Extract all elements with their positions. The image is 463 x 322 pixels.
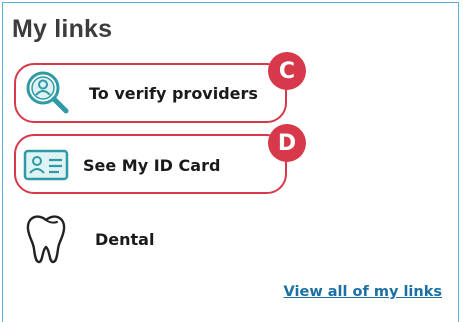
- panel-title: My links: [12, 15, 113, 43]
- link-verify-providers[interactable]: To verify providers: [21, 67, 258, 119]
- callout-badge-c: C: [268, 52, 306, 90]
- link-label-dental: Dental: [95, 229, 155, 249]
- link-label-see-id-card: See My ID Card: [83, 155, 221, 175]
- id-card-icon: [23, 140, 69, 190]
- callout-badge-d: D: [268, 124, 306, 162]
- tooth-icon: [23, 211, 69, 267]
- view-all-links-link[interactable]: View all of my links: [284, 284, 442, 300]
- search-person-icon: [21, 67, 73, 119]
- link-label-verify-providers: To verify providers: [89, 83, 258, 103]
- my-links-panel: My links To verify providers C See My ID…: [2, 2, 459, 322]
- link-see-id-card[interactable]: See My ID Card: [23, 140, 220, 190]
- link-dental[interactable]: Dental: [23, 211, 154, 267]
